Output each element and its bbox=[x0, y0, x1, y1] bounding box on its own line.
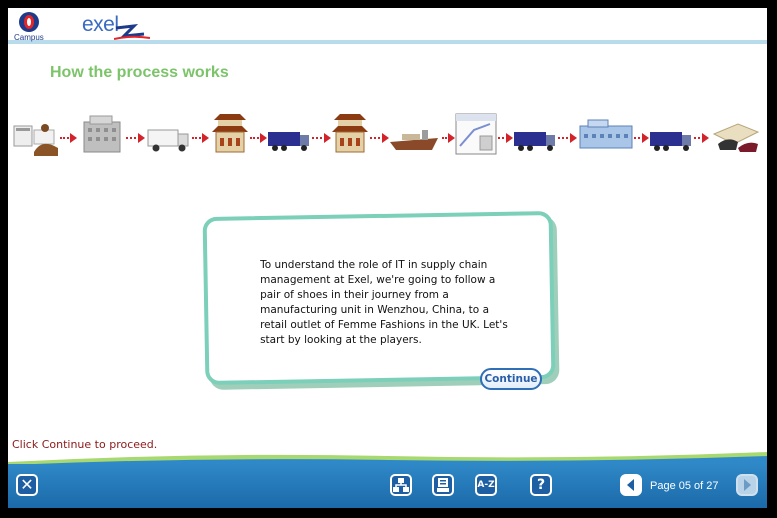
lorry-icon bbox=[268, 132, 309, 151]
intro-dialog: To understand the role of IT in supply c… bbox=[202, 210, 556, 386]
warehouse-building-icon bbox=[579, 119, 633, 149]
right-arrow-icon bbox=[744, 479, 751, 491]
close-button[interactable]: ✕ bbox=[16, 474, 38, 496]
sitemap-button[interactable] bbox=[390, 474, 412, 496]
designer-desk-icon bbox=[13, 124, 58, 156]
process-strip bbox=[8, 104, 767, 164]
page-indicator: Page 05 of 27 bbox=[650, 480, 719, 492]
flow-arrowhead bbox=[138, 133, 145, 143]
cargo-ship-icon bbox=[390, 130, 438, 150]
chinese-warehouse-icon bbox=[332, 114, 368, 153]
dialog-text: To understand the role of IT in supply c… bbox=[260, 258, 508, 346]
course-window: Campus exel How the process works To und… bbox=[8, 8, 767, 508]
factory-building-icon bbox=[83, 115, 121, 153]
next-page-button[interactable] bbox=[736, 474, 758, 496]
campus-label: Campus bbox=[14, 33, 44, 42]
shoes-icon bbox=[712, 123, 760, 152]
help-button[interactable]: ? bbox=[530, 474, 552, 496]
left-arrow-icon bbox=[627, 479, 634, 491]
flow-arrowhead bbox=[70, 133, 77, 143]
sitemap-icon bbox=[393, 478, 409, 492]
previous-page-button[interactable] bbox=[620, 474, 642, 496]
bottom-toolbar: ✕ A-Z ? Page 05 of 27 bbox=[8, 464, 767, 508]
lorry-icon bbox=[650, 132, 691, 151]
glossary-button[interactable]: A-Z bbox=[475, 474, 497, 496]
page-title: How the process works bbox=[50, 64, 229, 81]
chinese-office-icon bbox=[212, 114, 248, 153]
screen-frame: Campus exel How the process works To und… bbox=[0, 0, 777, 518]
lorry-icon bbox=[514, 132, 555, 151]
print-button[interactable] bbox=[432, 474, 454, 496]
header-bar: Campus exel bbox=[8, 8, 767, 44]
flow-arrowhead bbox=[202, 133, 209, 143]
delivery-truck-icon bbox=[147, 129, 189, 152]
distribution-map-icon bbox=[455, 113, 497, 155]
exel-swoosh-icon bbox=[114, 24, 150, 40]
print-icon bbox=[437, 478, 449, 492]
continue-button[interactable]: Continue bbox=[480, 368, 542, 390]
